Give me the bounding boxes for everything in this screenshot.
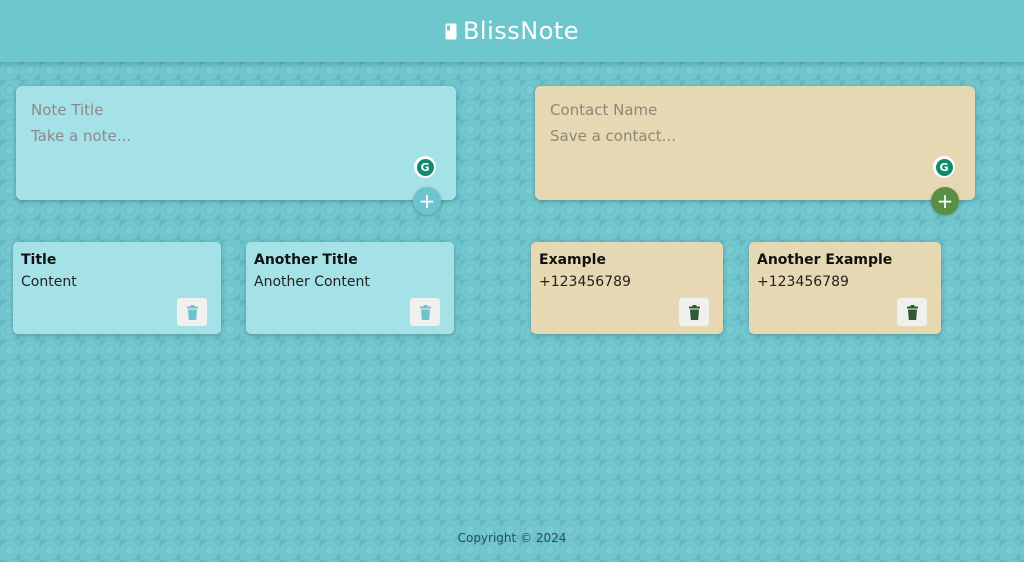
brand: BlissNote [445,17,579,45]
note-card: Title Content [13,242,221,334]
contact-name-input[interactable] [550,101,960,119]
delete-contact-button[interactable] [897,298,927,326]
trash-icon [419,304,431,320]
grammarly-icon[interactable]: G [933,156,955,178]
note-content-input[interactable] [31,127,441,147]
contact-content-input[interactable] [550,127,960,147]
delete-note-button[interactable] [410,298,440,326]
delete-contact-button[interactable] [679,298,709,326]
contact-title: Another Example [757,252,893,268]
note-content: Another Content [254,274,370,290]
contact-card: Example +123456789 [531,242,723,334]
note-content: Content [21,274,77,290]
grammarly-icon[interactable]: G [414,156,436,178]
grammarly-label: G [935,158,953,176]
contact-number: +123456789 [539,274,631,290]
contact-composer: G + [535,86,975,215]
add-contact-button[interactable]: + [931,187,959,215]
trash-icon [186,304,198,320]
trash-icon [906,304,918,320]
notebook-icon [445,23,457,40]
note-title-input[interactable] [31,101,441,119]
note-title: Title [21,252,57,268]
app-header: BlissNote [0,0,1024,62]
contact-title: Example [539,252,606,268]
app-title: BlissNote [462,17,580,45]
trash-icon [688,304,700,320]
contact-card: Another Example +123456789 [749,242,941,334]
grammarly-label: G [416,158,434,176]
add-note-button[interactable]: + [413,187,441,215]
delete-note-button[interactable] [177,298,207,326]
note-title: Another Title [254,252,358,268]
footer-copyright: Copyright © 2024 [457,531,567,545]
note-card: Another Title Another Content [246,242,454,334]
contact-number: +123456789 [757,274,849,290]
note-composer: G + [16,86,456,215]
